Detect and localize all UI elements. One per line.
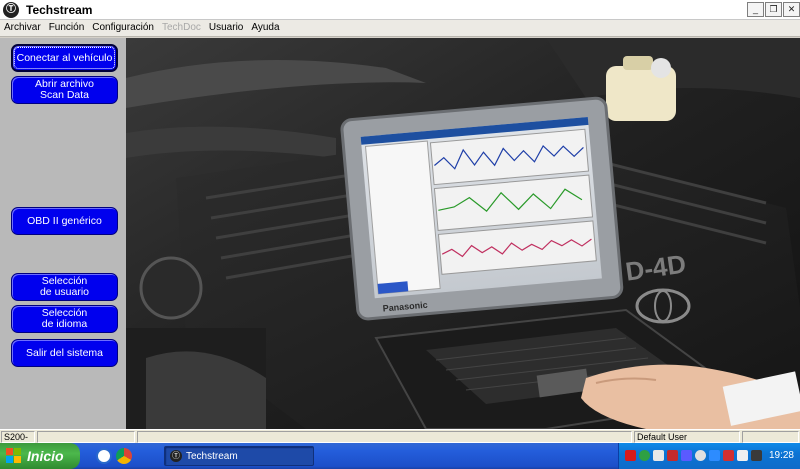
chrome-quicklaunch-icon[interactable] [116, 448, 132, 464]
start-button[interactable]: Inicio [0, 443, 80, 469]
tray-red-icon[interactable] [625, 450, 636, 461]
start-label: Inicio [27, 448, 64, 464]
system-tray: 19:28 [618, 443, 800, 469]
connect-vehicle-button[interactable]: Conectar al vehículo [11, 44, 118, 72]
title-bar: Ⓣ Techstream _ ❐ ✕ [0, 0, 800, 20]
tray-green-icon[interactable] [639, 450, 650, 461]
minimize-button[interactable]: _ [747, 2, 764, 17]
engine-bay-photo: D-4D Panasonic [126, 38, 800, 429]
tray-display-icon[interactable] [751, 450, 762, 461]
tray-shield-icon[interactable] [695, 450, 706, 461]
menu-funcion[interactable]: Función [45, 20, 89, 36]
status-cell-2 [37, 431, 135, 443]
exit-system-button[interactable]: Salir del sistema [11, 339, 118, 367]
ie-quicklaunch-icon[interactable] [96, 448, 112, 464]
taskbar: Inicio Ⓣ Techstream 19:28 [0, 443, 800, 469]
taskbar-clock[interactable]: 19:28 [769, 450, 794, 461]
techstream-task-icon: Ⓣ [170, 450, 182, 462]
tray-network-icon[interactable] [653, 450, 664, 461]
tray-security-icon[interactable] [723, 450, 734, 461]
task-label: Techstream [186, 450, 238, 462]
menu-ayuda[interactable]: Ayuda [247, 20, 283, 36]
window-title: Techstream [26, 3, 93, 17]
status-bar: S200-01 Default User [0, 429, 800, 452]
tray-volume-icon[interactable] [737, 450, 748, 461]
language-selection-button[interactable]: Selección de idioma [11, 305, 118, 333]
menu-usuario[interactable]: Usuario [205, 20, 247, 36]
navigation-panel: Conectar al vehículo Abrir archivo Scan … [0, 38, 126, 429]
splash-image: D-4D Panasonic [126, 38, 800, 429]
user-status: Default User [634, 431, 740, 443]
windows-logo-icon [6, 448, 22, 464]
user-selection-button[interactable]: Selección de usuario [11, 273, 118, 301]
close-button[interactable]: ✕ [783, 2, 800, 17]
tray-bluetooth-icon[interactable] [709, 450, 720, 461]
version-status: S200-01 [1, 431, 35, 452]
generic-obd2-button[interactable]: OBD II genérico [11, 207, 118, 235]
tray-alert-icon[interactable] [667, 450, 678, 461]
menu-techdoc: TechDoc [161, 22, 201, 33]
open-scan-data-button[interactable]: Abrir archivo Scan Data [11, 76, 118, 104]
menu-bar: Archivar Función Configuración TechDoc U… [0, 20, 800, 37]
status-cell-3 [137, 431, 632, 443]
status-cell-5 [742, 431, 799, 443]
techstream-logo-icon[interactable]: Ⓣ [3, 2, 19, 18]
maximize-button[interactable]: ❐ [765, 2, 782, 17]
tray-blue-icon[interactable] [681, 450, 692, 461]
menu-configuracion[interactable]: Configuración [88, 20, 158, 36]
menu-archivar[interactable]: Archivar [0, 20, 45, 36]
taskbar-techstream-button[interactable]: Ⓣ Techstream [164, 446, 314, 466]
